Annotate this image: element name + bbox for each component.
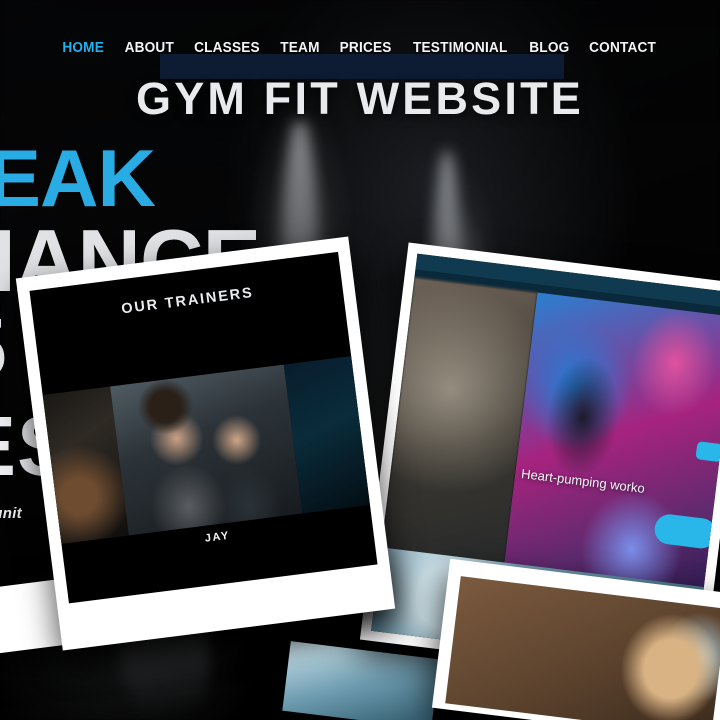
nav-item-team[interactable]: TEAM <box>280 40 319 56</box>
nav-item-blog[interactable]: BLOG <box>529 40 569 56</box>
nav-item-home[interactable]: HOME <box>63 40 105 56</box>
nav-item-classes[interactable]: CLASSES <box>194 40 260 56</box>
trainers-heading: OUR TRAINERS <box>120 284 255 318</box>
promo-chip <box>695 441 720 463</box>
nav-item-about[interactable]: ABOUT <box>124 40 173 56</box>
hero-subtext: mmunit <box>0 505 22 522</box>
page-title: GYM FIT WEBSITE <box>136 73 584 124</box>
nav-item-prices[interactable]: PRICES <box>340 40 392 56</box>
trainers-photo-strip <box>42 356 370 544</box>
main-navigation: HOME ABOUT CLASSES TEAM PRICES TESTIMONI… <box>0 34 720 62</box>
screenshot-canvas: PEAK RMANCE 5 ES mmunit E HOME ABOUT CLA… <box>0 0 720 720</box>
trainers-card-inner: OUR TRAINERS JAY <box>29 251 378 604</box>
hero-headline-line-3: 5 <box>0 300 8 397</box>
trainers-card[interactable]: OUR TRAINERS JAY <box>15 236 396 651</box>
promo-hero-photo <box>500 292 720 612</box>
nav-item-contact[interactable]: CONTACT <box>590 40 657 56</box>
nav-item-testimonial[interactable]: TESTIMONIAL <box>413 40 507 56</box>
trainer-main-photo[interactable] <box>110 364 303 536</box>
